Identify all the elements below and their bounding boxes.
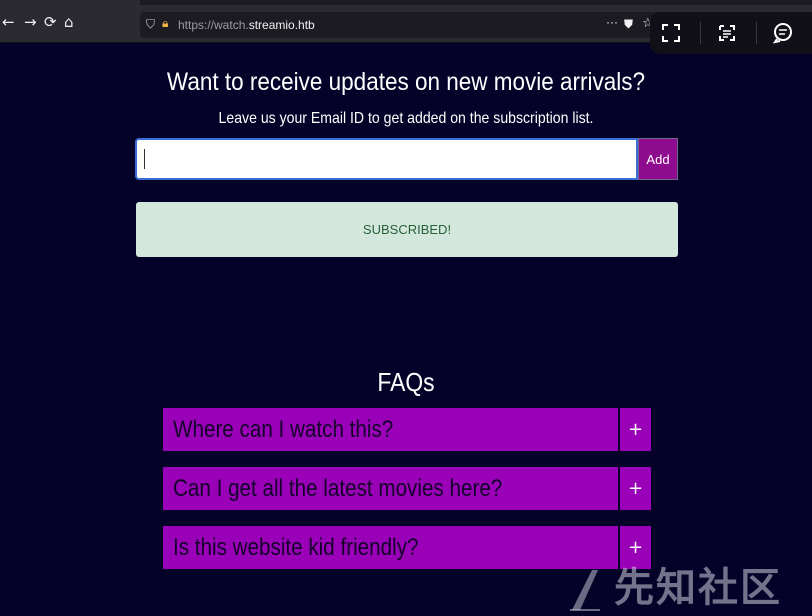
faq-question[interactable]: Where can I watch this?: [163, 408, 618, 451]
tracking-shield-icon[interactable]: ⛉: [146, 17, 155, 32]
faq-question[interactable]: Is this website kid friendly?: [163, 526, 618, 569]
email-input[interactable]: [135, 138, 638, 180]
watermark: 先知社区: [568, 560, 812, 616]
newsletter-subheading: Leave us your Email ID to get added on t…: [218, 110, 594, 127]
faq-title: FAQs: [377, 367, 435, 397]
chat-icon[interactable]: [770, 21, 796, 45]
screenshot-toolbar: [650, 12, 812, 54]
faq-question-text: Can I get all the latest movies here?: [173, 475, 503, 502]
ocr-icon[interactable]: [714, 21, 740, 45]
faq-question-text: Where can I watch this?: [173, 416, 394, 443]
page-actions-icon[interactable]: ···: [606, 15, 618, 29]
address-bar[interactable]: ⛉ 🔒︎ https://watch.streamio.htb ··· ⛊ ☆: [140, 12, 660, 38]
faq-expand-button[interactable]: +: [620, 467, 651, 510]
back-icon[interactable]: ←: [2, 14, 15, 30]
faq-question-text: Is this website kid friendly?: [173, 534, 419, 561]
subscribed-alert: SUBSCRIBED!: [136, 202, 678, 257]
watermark-logo-icon: [570, 570, 600, 611]
faq-item[interactable]: Can I get all the latest movies here? +: [163, 467, 651, 510]
fullscreen-icon[interactable]: [658, 21, 684, 45]
url-text: https://watch.streamio.htb: [178, 18, 315, 32]
toolbar-divider: [756, 22, 757, 44]
tab-strip: [140, 0, 812, 5]
url-host: streamio.htb: [248, 18, 315, 32]
forward-icon[interactable]: →: [24, 14, 37, 30]
faq-item[interactable]: Where can I watch this? +: [163, 408, 651, 451]
faq-expand-button[interactable]: +: [620, 408, 651, 451]
watermark-text: 先知社区: [614, 565, 782, 611]
faq-question[interactable]: Can I get all the latest movies here?: [163, 467, 618, 510]
toolbar-divider: [700, 22, 701, 44]
home-icon[interactable]: ⌂: [64, 14, 74, 30]
text-cursor: [144, 149, 145, 169]
newsletter-heading: Want to receive updates on new movie arr…: [166, 68, 646, 96]
url-prefix: https://watch.: [178, 18, 249, 32]
add-button[interactable]: Add: [638, 138, 678, 180]
pocket-icon[interactable]: ⛊: [624, 17, 633, 32]
reload-icon[interactable]: ⟳: [44, 14, 57, 30]
lock-warning-icon[interactable]: 🔒︎: [162, 16, 168, 31]
